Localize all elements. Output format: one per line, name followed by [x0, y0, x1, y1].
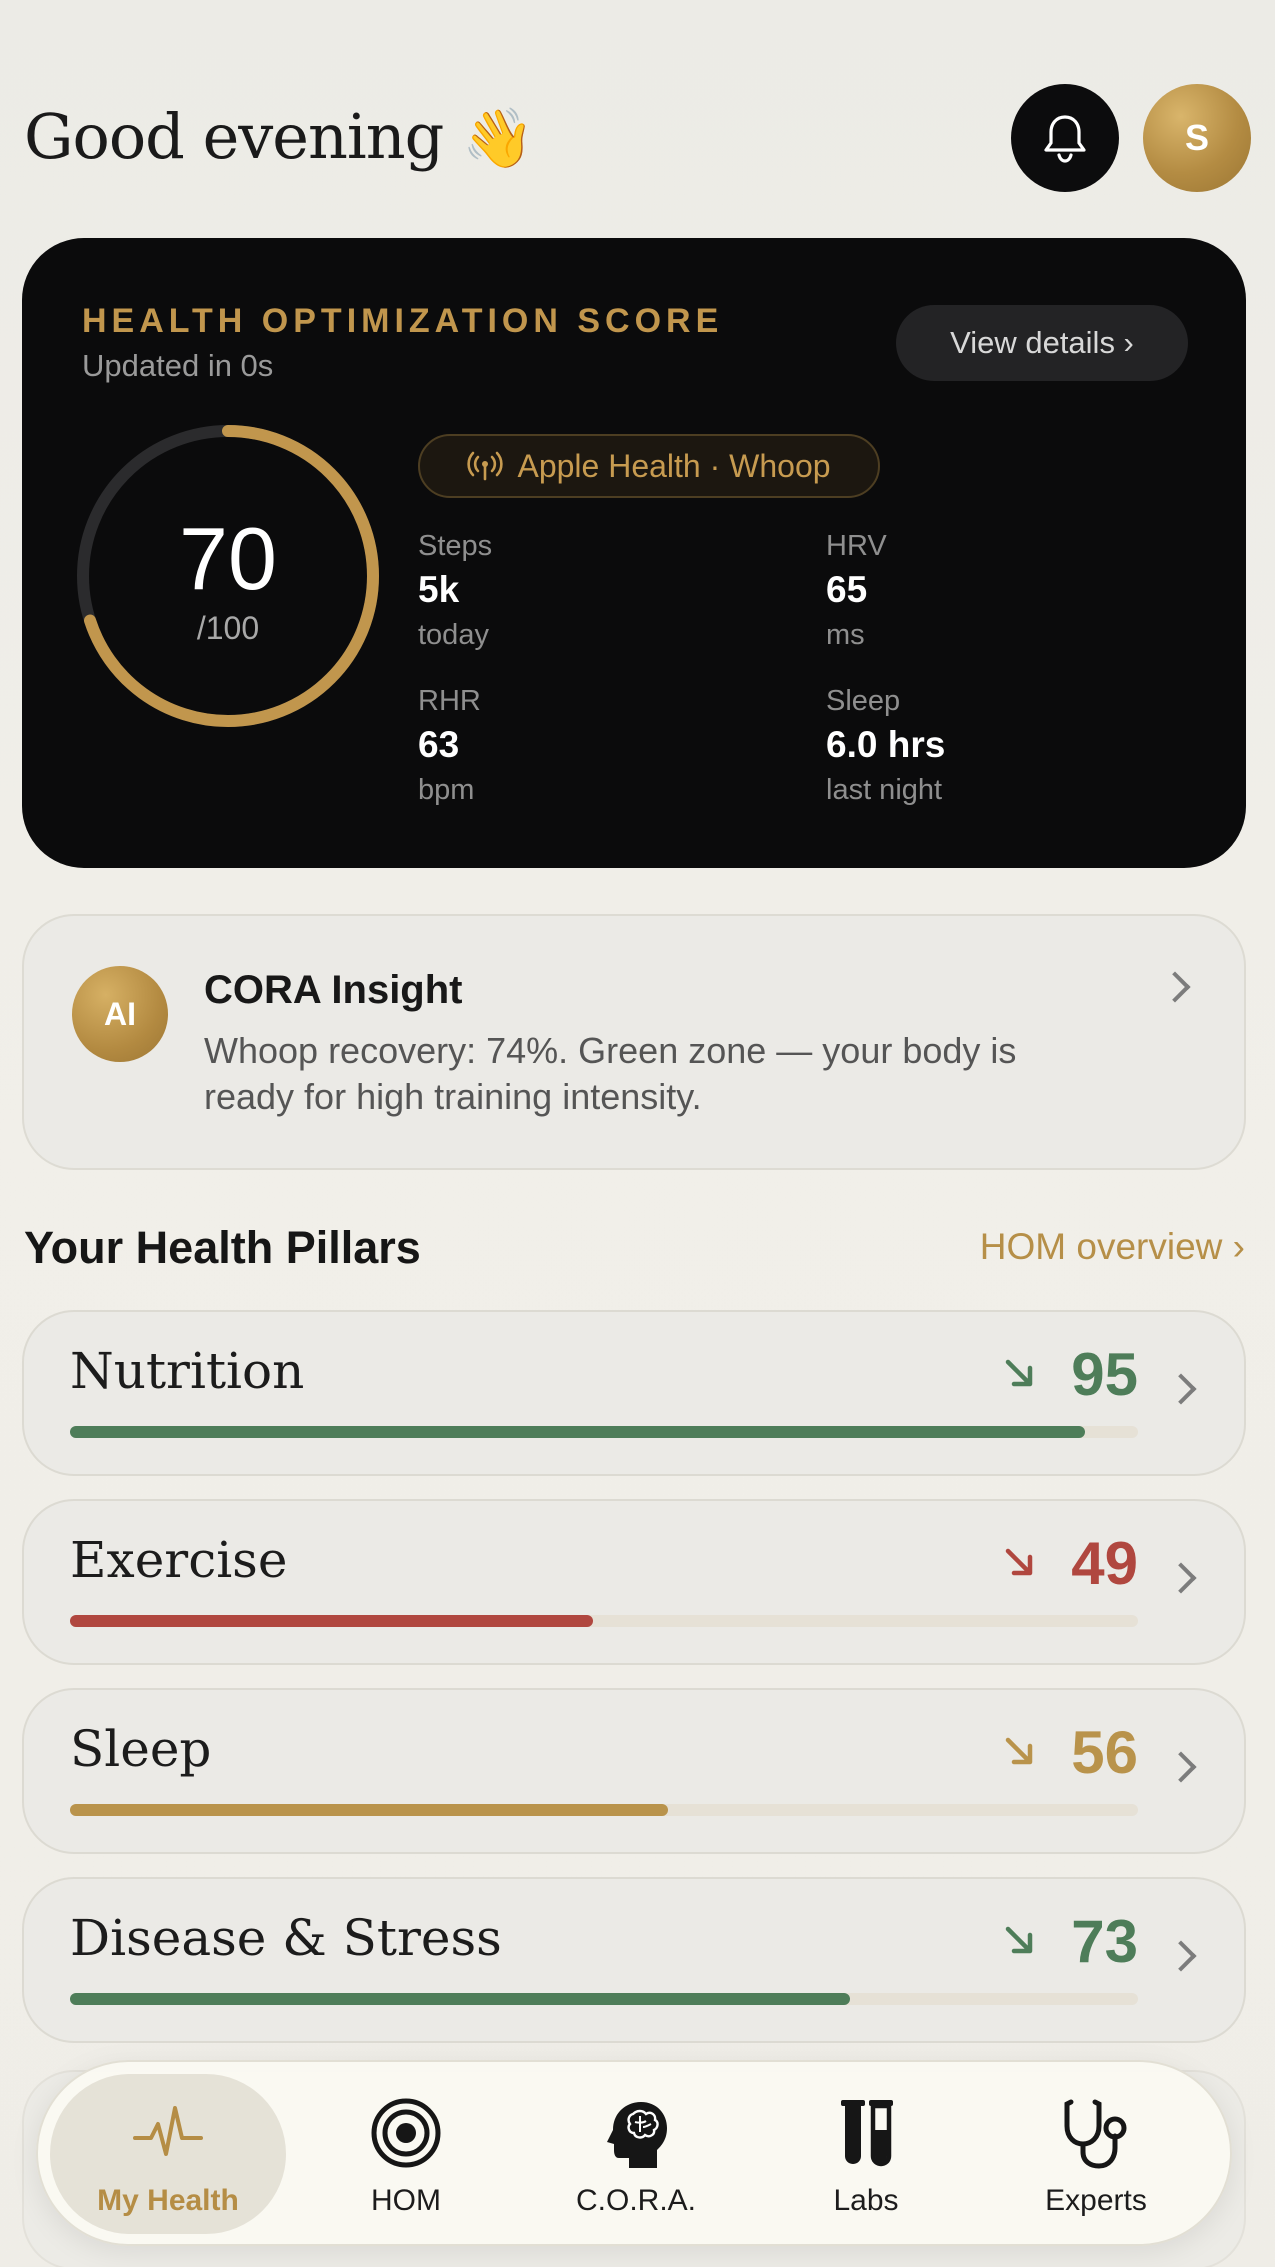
section-title: Your Health Pillars [24, 1222, 421, 1273]
pillar-score: 49 [1071, 1530, 1138, 1597]
pillar-score: 56 [1071, 1719, 1138, 1786]
bottom-tab-bar: My Health HOM C.O.R.A. Labs Experts [36, 2060, 1232, 2246]
trend-down-icon [1005, 1548, 1033, 1576]
tab-experts[interactable]: Experts [978, 2074, 1214, 2234]
pillar-progress-fill [70, 1615, 594, 1627]
pillar-progress-fill [70, 1804, 669, 1816]
tab-label: C.O.R.A. [575, 2184, 696, 2217]
pillar-name: Exercise [70, 1531, 288, 1589]
page-title: Good evening 👋 [24, 100, 534, 173]
pillar-name: Sleep [70, 1720, 212, 1778]
test-tubes-icon [841, 2100, 893, 2167]
chevron-right-icon [1165, 1373, 1197, 1405]
metric-value: 6.0 hrs [826, 724, 946, 765]
wave-emoji: 👋 [462, 104, 534, 172]
metric-value: 63 [418, 724, 460, 765]
metric-label: RHR [418, 685, 481, 717]
data-source-label: Apple Health · Whoop [517, 447, 831, 484]
score-max: /100 [196, 610, 260, 646]
score-value: 70 [179, 509, 277, 608]
brain-head-icon [607, 2102, 667, 2168]
pillar-card-sleep[interactable]: Sleep 56 [22, 1688, 1246, 1854]
pillar-card-disease-stress[interactable]: Disease & Stress 73 [22, 1877, 1246, 2043]
pillar-progress-fill [70, 1426, 1085, 1438]
metric-unit: bpm [418, 774, 475, 806]
health-score-card: HEALTH OPTIMIZATION SCORE Updated in 0s … [22, 238, 1246, 868]
score-updated: Updated in 0s [82, 348, 274, 383]
notifications-button[interactable] [1011, 84, 1119, 192]
insight-title: CORA Insight [204, 968, 463, 1012]
pillar-card-exercise[interactable]: Exercise 49 [22, 1499, 1246, 1665]
tab-label: Experts [1045, 2184, 1147, 2217]
chevron-right-icon [1165, 1940, 1197, 1972]
header: Good evening 👋 S [24, 84, 1251, 194]
metric-unit: ms [826, 619, 865, 651]
chevron-right-icon [1159, 971, 1191, 1003]
pillar-score: 95 [1071, 1341, 1138, 1408]
tab-hom[interactable]: HOM [288, 2074, 524, 2234]
chevron-right-icon [1165, 1562, 1197, 1594]
bell-icon [1044, 115, 1086, 163]
tab-my-health[interactable]: My Health [50, 2074, 286, 2234]
metric-unit: last night [826, 774, 943, 806]
tab-cora[interactable]: C.O.R.A. [518, 2074, 754, 2234]
chevron-right-icon [1165, 1751, 1197, 1783]
hom-overview-link[interactable]: HOM overview › [980, 1226, 1245, 1268]
pillar-progress-track [70, 1615, 1138, 1627]
pillar-score: 73 [1071, 1908, 1138, 1975]
pillar-progress-track [70, 1993, 1138, 2005]
ai-badge: AI [72, 966, 168, 1062]
metric-rhr: RHR 63 bpm [418, 685, 481, 807]
pillar-progress-fill [70, 1993, 850, 2005]
tab-label: My Health [97, 2184, 239, 2217]
metric-label: Sleep [826, 685, 901, 717]
target-icon [371, 2098, 441, 2168]
metric-sleep: Sleep 6.0 hrs last night [826, 685, 945, 807]
trend-down-icon [1005, 1359, 1033, 1387]
metric-value: 65 [826, 569, 868, 610]
pillar-progress-track [70, 1426, 1138, 1438]
trend-down-icon [1005, 1737, 1033, 1765]
broadcast-icon [467, 451, 504, 481]
metric-label: Steps [418, 530, 493, 562]
pillar-progress-track [70, 1804, 1138, 1816]
tab-label: Labs [833, 2184, 899, 2217]
trend-down-icon [1005, 1926, 1033, 1954]
pillar-name: Disease & Stress [70, 1909, 502, 1967]
pillar-card-nutrition[interactable]: Nutrition 95 [22, 1310, 1246, 1476]
pillar-name: Nutrition [70, 1342, 305, 1400]
heartbeat-icon [133, 2106, 203, 2156]
metric-steps: Steps 5k today [418, 530, 492, 652]
insight-text: Whoop recovery: 74%. Green zone — your b… [204, 1030, 1017, 1117]
greeting-text: Good evening [24, 100, 444, 173]
tab-label: HOM [371, 2184, 441, 2217]
metric-label: HRV [826, 530, 887, 562]
data-source-badge: Apple Health · Whoop [418, 434, 880, 498]
metric-value: 5k [418, 569, 460, 610]
avatar[interactable]: S [1143, 84, 1251, 192]
score-title: HEALTH OPTIMIZATION SCORE [82, 302, 724, 340]
metric-hrv: HRV 65 ms [826, 530, 887, 652]
view-details-button[interactable]: View details › [896, 305, 1188, 381]
tab-labs[interactable]: Labs [748, 2074, 984, 2234]
metric-unit: today [418, 619, 489, 651]
cora-insight-card[interactable]: AI CORA Insight Whoop recovery: 74%. Gre… [22, 914, 1246, 1170]
stethoscope-icon [1064, 2099, 1127, 2169]
